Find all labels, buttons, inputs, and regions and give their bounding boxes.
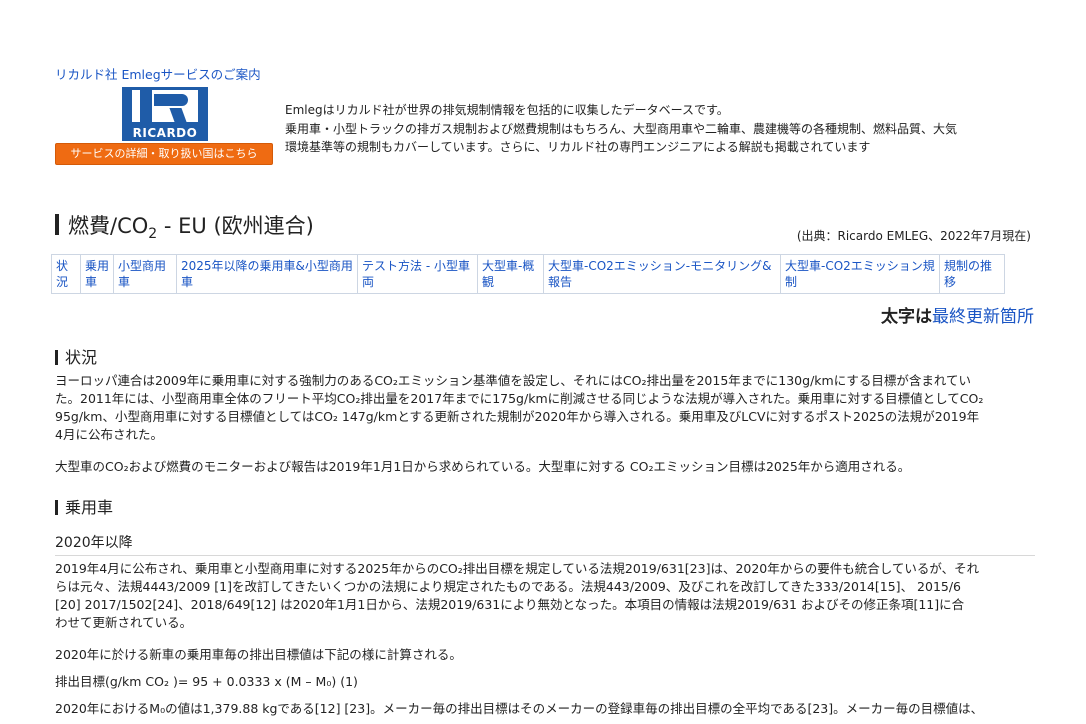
service-details-button[interactable]: サービスの詳細・取り扱い国はこちら bbox=[55, 143, 273, 165]
source-note: (出典：Ricardo EMLEG、2022年7月現在) bbox=[796, 229, 1031, 243]
nav-test-methods[interactable]: テスト方法 - 小型車両 bbox=[357, 254, 478, 294]
intro-line: 乗用車・小型トラックの排ガス規制および燃費規制はもちろん、大型商用車や二輪車、農… bbox=[285, 121, 958, 136]
logo-r-glyph bbox=[132, 90, 198, 122]
formula: 排出目標(g/km CO₂ )= 95 + 0.0333 x (M – M₀) … bbox=[55, 674, 358, 689]
intro-line: Emlegはリカルド社が世界の排気規制情報を包括的に収集したデータベースです。 bbox=[285, 103, 729, 117]
passenger-car-heading: 乗用車 bbox=[55, 494, 113, 518]
last-update-link[interactable]: 最終更新箇所 bbox=[932, 307, 1034, 327]
heavy-duty-paragraph: 大型車のCO₂および燃費のモニターおよび報告は2019年1月1日から求められてい… bbox=[55, 459, 911, 474]
nav-heavy-duty-regulation[interactable]: 大型車-CO2エミッション規制 bbox=[780, 254, 940, 294]
logo-emblem bbox=[122, 87, 208, 125]
nav-heavy-duty-monitoring[interactable]: 大型車-CO2エミッション-モニタリング&報告 bbox=[543, 254, 781, 294]
status-heading: 状況 bbox=[55, 344, 97, 368]
nav-post-2025[interactable]: 2025年以降の乗用車&小型商用車 bbox=[176, 254, 358, 294]
intro-title[interactable]: リカルド社 Emlegサービスのご案内 bbox=[55, 64, 261, 83]
heading-marker bbox=[55, 214, 59, 235]
intro-line: 環境基準等の規制もカバーしています。さらに、リカルド社の専門エンジニアによる解説… bbox=[285, 140, 871, 154]
nav-light-commercial[interactable]: 小型商用車 bbox=[113, 254, 177, 294]
section-nav: 状況 乗用車 小型商用車 2025年以降の乗用車&小型商用車 テスト方法 - 小… bbox=[51, 254, 1005, 294]
page-title: 燃費/CO2 - EU (欧州連合) bbox=[55, 210, 314, 242]
m0-paragraph: 2020年におけるM₀の値は1,379.88 kgである[12] [23]。メー… bbox=[55, 701, 984, 716]
nav-status[interactable]: 状況 bbox=[51, 254, 81, 294]
logo-text: RICARDO bbox=[122, 125, 208, 141]
page: リカルド社 Emlegサービスのご案内 RICARDO サービスの詳細・取り扱い… bbox=[0, 0, 1086, 724]
intro-description: Emlegはリカルド社が世界の排気規制情報を包括的に収集したデータベースです。 … bbox=[285, 101, 1045, 157]
nav-passenger-car[interactable]: 乗用車 bbox=[80, 254, 114, 294]
nav-regulation-history[interactable]: 規制の推移 bbox=[939, 254, 1005, 294]
since-2020-heading: 2020年以降 bbox=[55, 532, 1035, 556]
heading-marker bbox=[55, 500, 58, 515]
ricardo-logo[interactable]: RICARDO bbox=[122, 87, 208, 141]
status-paragraph: ヨーロッパ連合は2009年に乗用車に対する強制力のあるCO₂エミッション基準値を… bbox=[55, 373, 984, 442]
heading-marker bbox=[55, 350, 58, 365]
nav-heavy-duty-overview[interactable]: 大型車-概観 bbox=[477, 254, 544, 294]
legend-note: 太字は最終更新箇所 bbox=[881, 307, 1034, 327]
target-calc-paragraph: 2020年に於ける新車の乗用車毎の排出目標値は下記の様に計算される。 bbox=[55, 647, 462, 662]
regulation-paragraph: 2019年4月に公布され、乗用車と小型商用車に対する2025年からのCO₂排出目… bbox=[55, 561, 980, 630]
